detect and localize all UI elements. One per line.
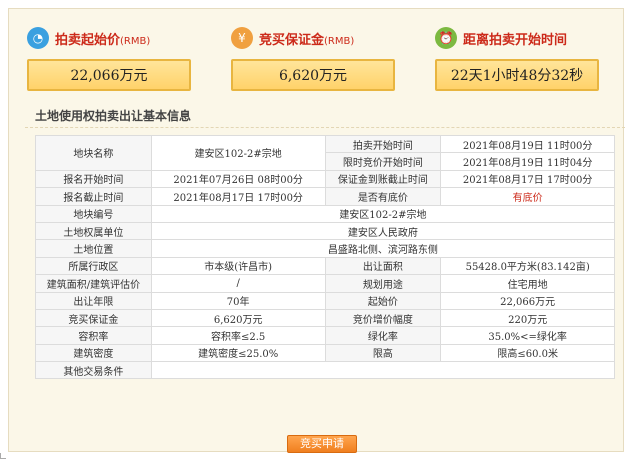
money-bag-icon: ¥	[231, 27, 253, 49]
reg-start-label: 报名开始时间	[35, 169, 152, 189]
table-row: 土地权属单位 建安区人民政府	[35, 221, 616, 241]
deposit-cell: 6,620万元	[150, 308, 326, 328]
reg-start-value: 2021年07月26日 08时00分	[150, 169, 326, 189]
location-value: 昌盛路北侧、滨河路东侧	[150, 239, 616, 258]
start-price-label: 起始价	[324, 291, 442, 310]
reserve-label: 是否有底价	[324, 187, 442, 206]
start-price-title: 拍卖起始价(RMB)	[55, 32, 151, 48]
use-value: 住宅用地	[440, 274, 615, 293]
start-price-cell: 22,066万元	[440, 291, 615, 310]
land-name-value: 建安区102-2#宗地	[150, 135, 326, 171]
auction-start-label: 拍卖开始时间	[324, 134, 442, 154]
auction-panel: ◔ 拍卖起始价(RMB) 22,066万元 ¥ 竞买保证金(RMB) 6,620…	[8, 8, 625, 453]
deposit-value: 6,620万元	[231, 59, 395, 91]
table-row: 土地位置 昌盛路北侧、滨河路东侧	[35, 239, 616, 258]
start-price-card: ◔ 拍卖起始价(RMB) 22,066万元	[27, 25, 197, 91]
deposit-label: 竞买保证金	[35, 308, 152, 328]
section-title: 土地使用权拍卖出让基本信息	[35, 109, 192, 123]
start-price-value: 22,066万元	[27, 59, 191, 91]
term-value: 70年	[150, 291, 326, 310]
other-value	[150, 361, 616, 380]
table-row: 其他交易条件	[35, 361, 616, 380]
land-info-table: 地块名称 建安区102-2#宗地 拍卖开始时间 2021年08月19日 11时0…	[35, 134, 616, 380]
table-row: 出让年限 70年 起始价 22,066万元	[35, 291, 615, 310]
table-row: 报名截止时间 2021年08月17日 17时00分 是否有底价 有底价	[35, 187, 615, 206]
apply-button[interactable]: 竞买申请	[287, 435, 357, 453]
far-value: 容积率≤2.5	[150, 326, 326, 345]
table-row: 报名开始时间 2021年07月26日 08时00分 保证金到账截止时间 2021…	[35, 169, 615, 189]
use-label: 规划用途	[324, 274, 442, 293]
district-label: 所属行政区	[35, 256, 152, 276]
location-label: 土地位置	[35, 239, 152, 258]
clock-coin-icon: ◔	[27, 27, 49, 49]
deposit-card: ¥ 竞买保证金(RMB) 6,620万元	[231, 25, 401, 91]
increment-label: 竞价增价幅度	[324, 308, 442, 328]
countdown-title: 距离拍卖开始时间	[463, 32, 568, 48]
density-value: 建筑密度≤25.0%	[150, 343, 326, 363]
corner-mark	[0, 453, 6, 459]
owner-label: 土地权属单位	[35, 221, 152, 241]
deposit-deadline-value: 2021年08月17日 17时00分	[440, 169, 615, 189]
increment-value: 220万元	[440, 308, 615, 328]
other-label: 其他交易条件	[35, 361, 152, 380]
owner-value: 建安区人民政府	[150, 221, 616, 241]
reserve-value: 有底价	[440, 187, 615, 206]
term-label: 出让年限	[35, 291, 152, 310]
build-area-label: 建筑面积/建筑评估价	[35, 274, 152, 293]
far-label: 容积率	[35, 326, 152, 345]
table-row: 地块编号 建安区102-2#宗地	[35, 204, 616, 223]
area-label: 出让面积	[324, 256, 442, 276]
table-row: 容积率 容积率≤2.5 绿化率 35.0%<=绿化率	[35, 326, 615, 345]
table-row: 所属行政区 市本级(许昌市) 出让面积 55428.0平方米(83.142亩)	[35, 256, 615, 276]
build-area-value: /	[150, 274, 326, 293]
district-value: 市本级(许昌市)	[150, 256, 326, 276]
area-value: 55428.0平方米(83.142亩)	[440, 256, 615, 276]
countdown-card: ⏰ 距离拍卖开始时间 22天1小时48分32秒	[435, 25, 605, 91]
table-row: 建筑面积/建筑评估价 / 规划用途 住宅用地	[35, 274, 615, 293]
land-name-label: 地块名称	[35, 135, 152, 171]
height-value: 限高≤60.0米	[440, 343, 615, 363]
table-row: 建筑密度 建筑密度≤25.0% 限高 限高≤60.0米	[35, 343, 615, 363]
land-no-value: 建安区102-2#宗地	[150, 204, 616, 223]
green-value: 35.0%<=绿化率	[440, 326, 615, 345]
table-row: 地块名称 建安区102-2#宗地 拍卖开始时间 2021年08月19日 11时0…	[35, 134, 615, 171]
alarm-clock-icon: ⏰	[435, 27, 457, 49]
height-label: 限高	[324, 343, 442, 363]
countdown-value: 22天1小时48分32秒	[435, 59, 599, 91]
green-label: 绿化率	[324, 326, 442, 345]
deposit-title: 竞买保证金(RMB)	[259, 32, 355, 48]
table-row: 竞买保证金 6,620万元 竞价增价幅度 220万元	[35, 308, 615, 328]
auction-start-value: 2021年08月19日 11时00分	[440, 134, 615, 154]
section-divider	[25, 127, 625, 128]
bid-start-value: 2021年08月19日 11时04分	[440, 152, 615, 171]
density-label: 建筑密度	[35, 343, 152, 363]
deposit-deadline-label: 保证金到账截止时间	[324, 169, 442, 189]
reg-end-value: 2021年08月17日 17时00分	[150, 187, 326, 206]
land-no-label: 地块编号	[35, 204, 152, 223]
reg-end-label: 报名截止时间	[35, 187, 152, 206]
bid-start-label: 限时竞价开始时间	[324, 152, 442, 171]
